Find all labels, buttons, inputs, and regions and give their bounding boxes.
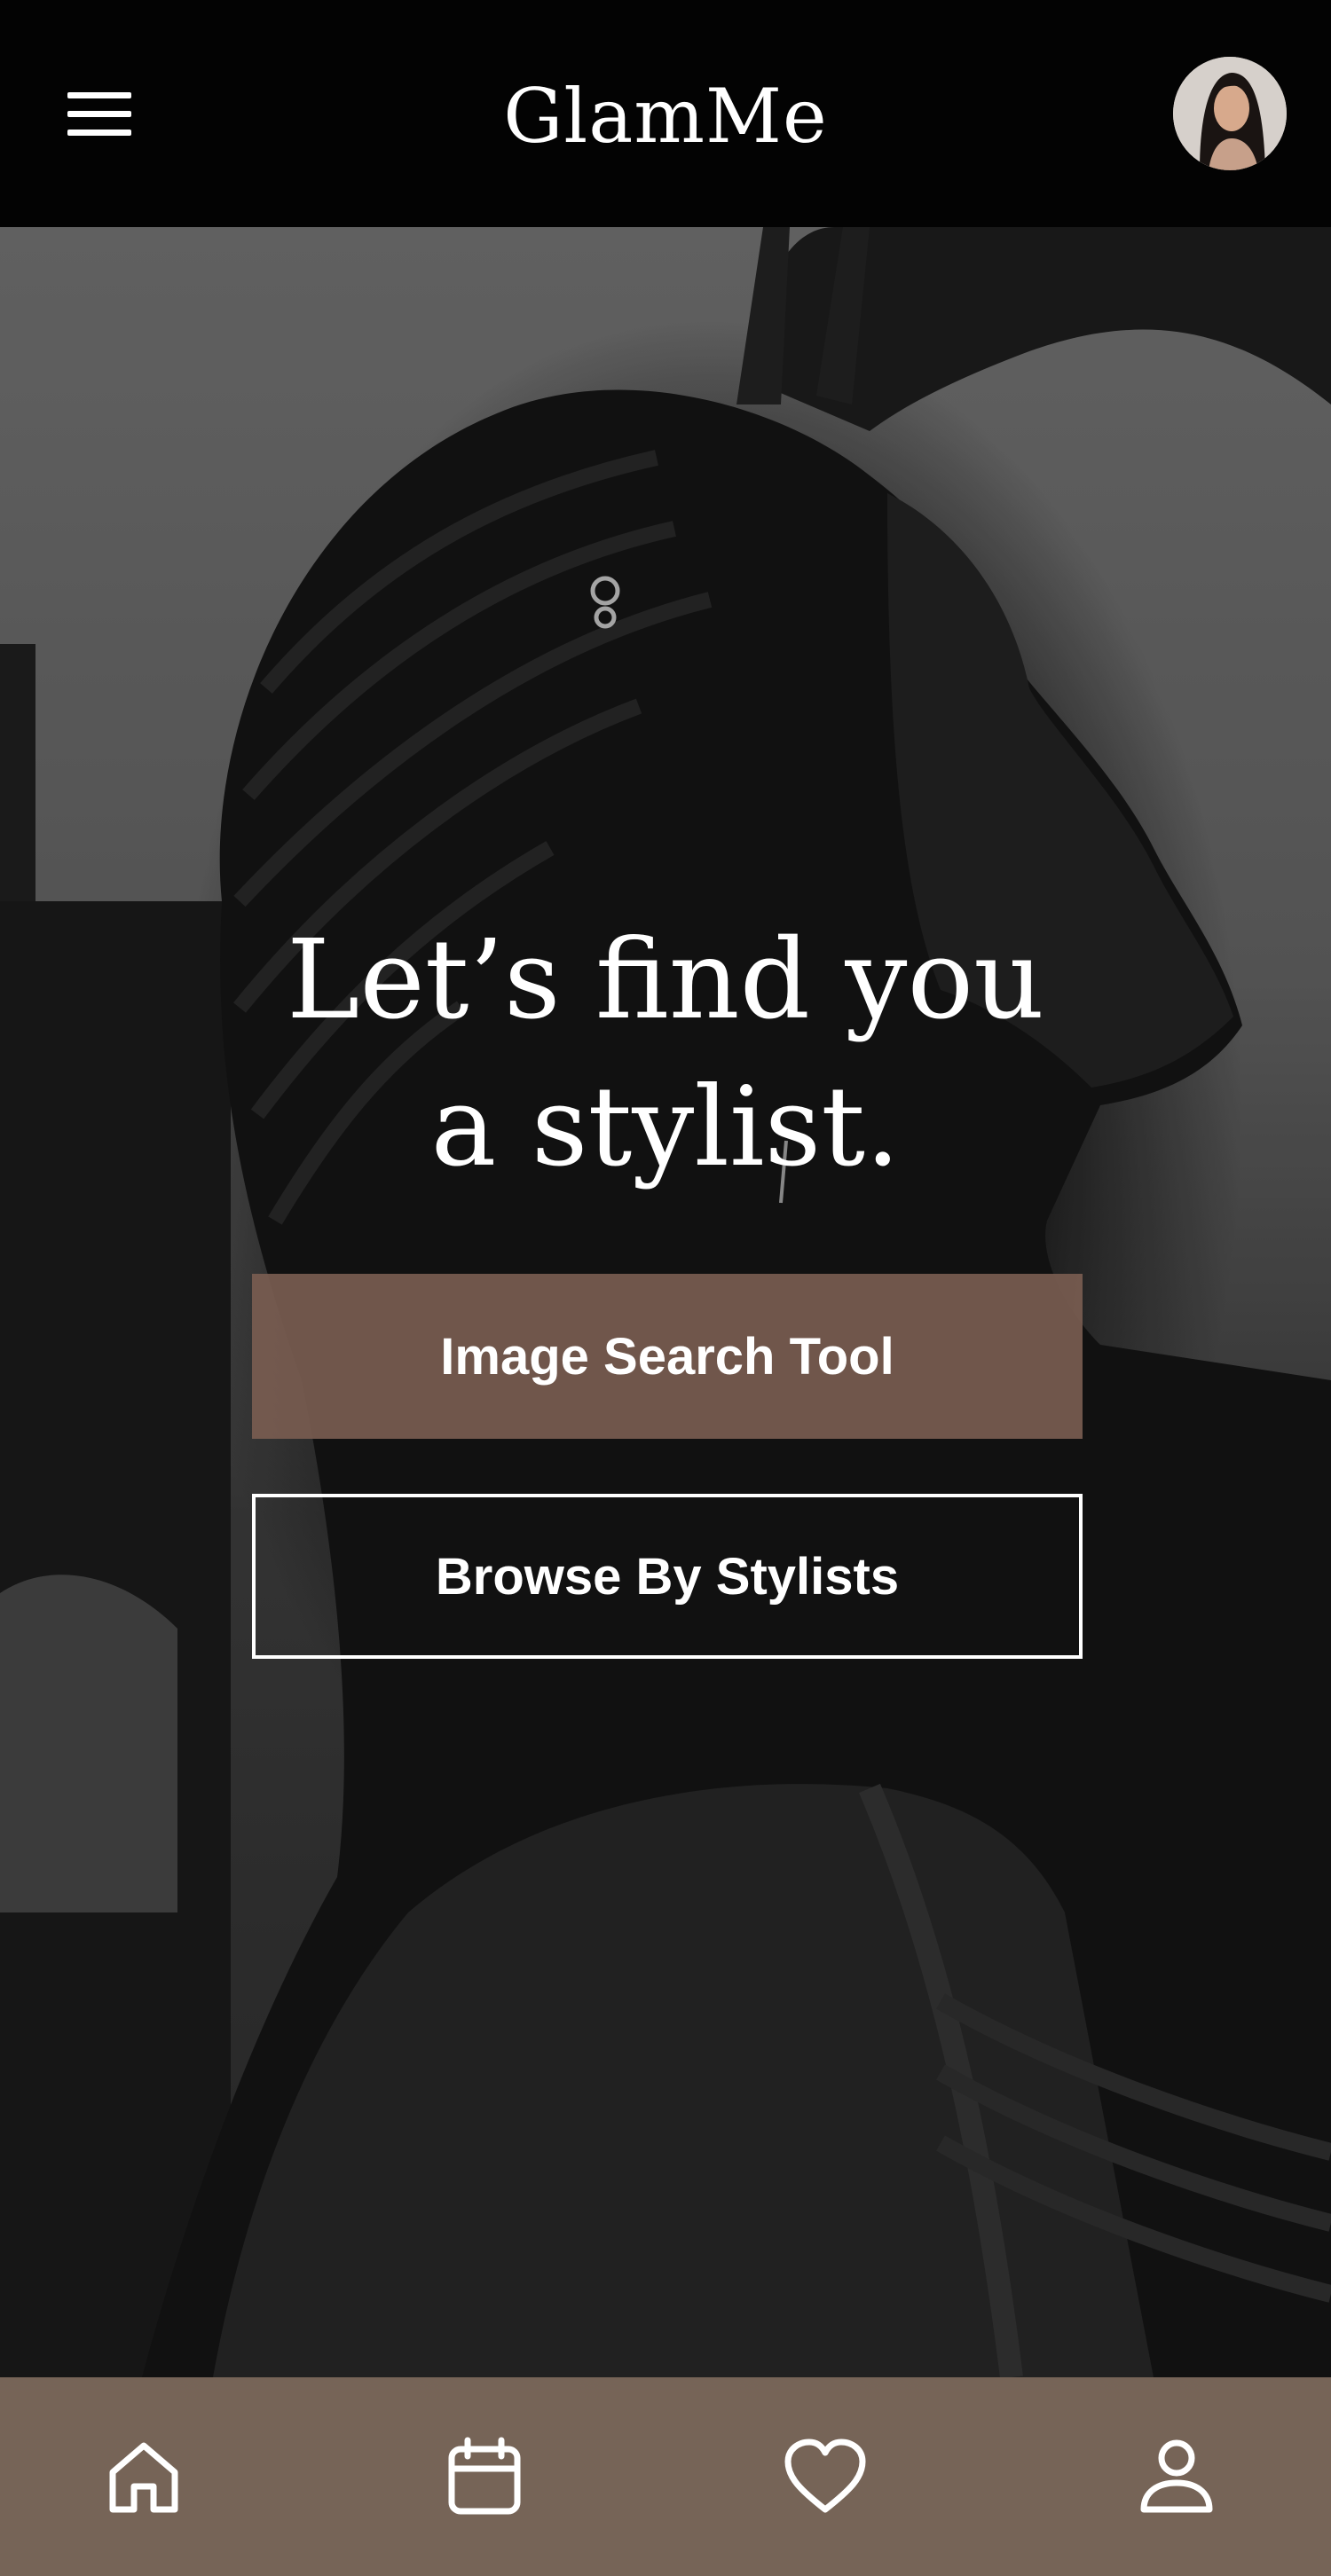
headline-line-1: Let’s find you [287,916,1044,1044]
hero-headline: Let’s find you a stylist. [0,907,1331,1201]
calendar-icon[interactable] [435,2427,534,2526]
home-icon[interactable] [94,2427,193,2526]
headline-line-2: a stylist. [430,1064,901,1191]
app-title: GlamMe [503,73,828,160]
heart-icon[interactable] [776,2427,875,2526]
top-app-bar: GlamMe [0,0,1331,227]
browse-by-stylists-button[interactable]: Browse By Stylists [252,1494,1083,1659]
user-avatar[interactable] [1173,57,1287,170]
bottom-navigation [0,2377,1331,2576]
hero-section: Let’s find you a stylist. Image Search T… [0,227,1331,2377]
profile-icon[interactable] [1127,2427,1226,2526]
image-search-tool-button[interactable]: Image Search Tool [252,1274,1083,1439]
